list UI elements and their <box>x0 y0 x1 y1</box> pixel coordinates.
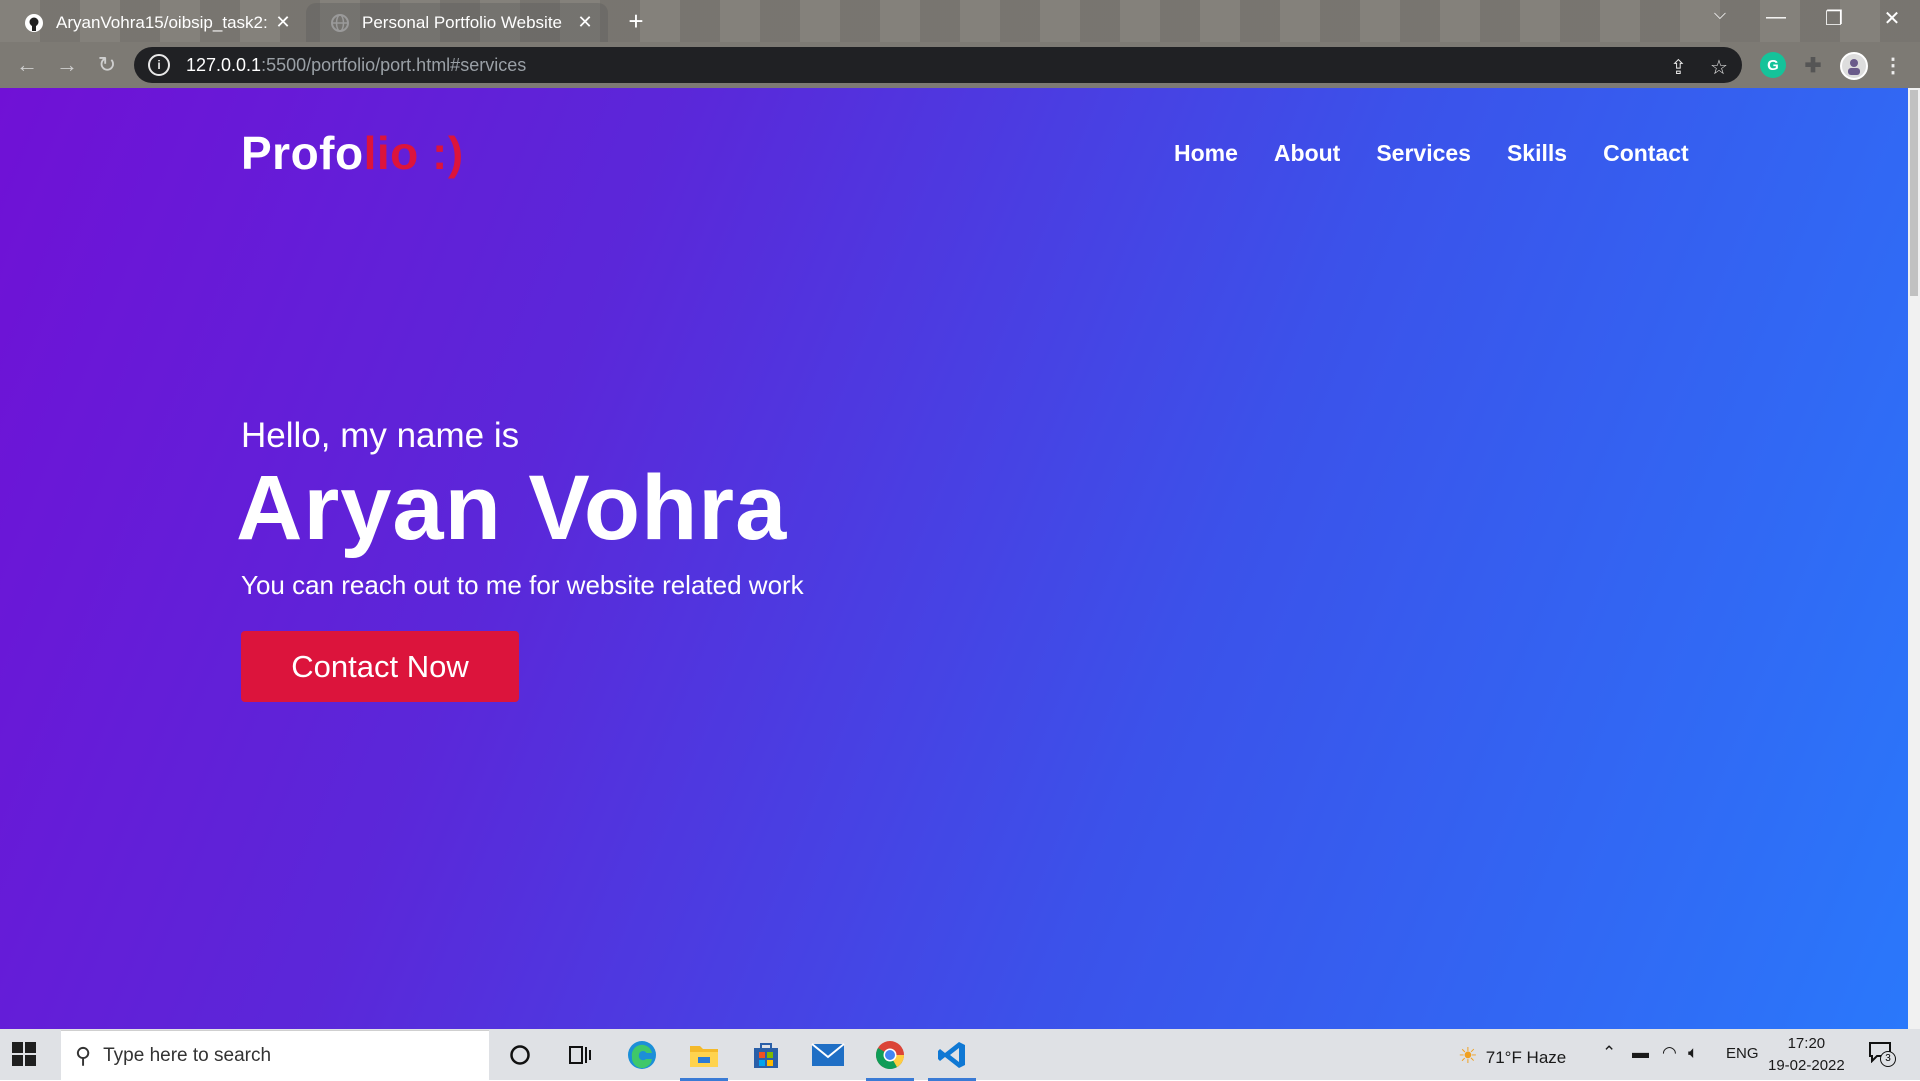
nav-home[interactable]: Home <box>1174 140 1238 167</box>
logo-main: Profo <box>241 127 364 179</box>
volume-muted-icon[interactable]: 🔈︎ <box>1688 1043 1698 1063</box>
hero-greeting: Hello, my name is <box>241 416 520 455</box>
url-text[interactable]: 127.0.0.1:5500/portfolio/port.html#servi… <box>186 55 526 76</box>
action-center-icon[interactable]: 3 <box>1868 1041 1896 1067</box>
scrollbar-thumb[interactable] <box>1910 90 1918 296</box>
close-window-button[interactable]: ✕ <box>1872 6 1912 31</box>
weather-sun-icon: ☀ <box>1458 1043 1478 1068</box>
restore-button[interactable]: ❐ <box>1814 6 1854 31</box>
tab-title: Personal Portfolio Website <box>362 12 563 32</box>
hero-name: Aryan Vohra <box>236 457 788 559</box>
nav-skills[interactable]: Skills <box>1507 140 1567 167</box>
browser-tab-github[interactable]: AryanVohra15/oibsip_task2: Crea ✕ <box>0 3 306 42</box>
portfolio-page: Profolio :) Home About Services Skills C… <box>0 88 1908 1029</box>
main-nav: Home About Services Skills Contact <box>1174 140 1725 167</box>
bookmark-star-icon[interactable]: ☆ <box>1710 55 1728 80</box>
browser-toolbar: ← → ↻ i 127.0.0.1:5500/portfolio/port.ht… <box>0 42 1920 88</box>
battery-icon[interactable]: ▬ <box>1632 1043 1649 1063</box>
page-scrollbar[interactable] <box>1908 88 1920 1029</box>
vscode-icon[interactable] <box>928 1037 976 1081</box>
windows-taskbar: ⚲ Type here to search ☀ 71°F Haze ⌃ ▬ ◠ 🔈… <box>0 1029 1920 1081</box>
url-path: :5500/portfolio/port.html#services <box>261 54 527 75</box>
tab-title: AryanVohra15/oibsip_task2: Crea <box>56 12 268 32</box>
address-bar[interactable]: i 127.0.0.1:5500/portfolio/port.html#ser… <box>134 47 1742 83</box>
hero-tagline: You can reach out to me for website rela… <box>241 570 804 600</box>
cortana-icon[interactable] <box>502 1037 538 1073</box>
nav-about[interactable]: About <box>1274 140 1340 167</box>
share-icon[interactable]: ⇪ <box>1670 55 1687 80</box>
url-host: 127.0.0.1 <box>186 54 262 75</box>
task-view-icon[interactable] <box>562 1037 598 1073</box>
logo-accent: lio :) <box>363 127 464 179</box>
wifi-icon[interactable]: ◠ <box>1662 1043 1677 1063</box>
file-explorer-icon[interactable] <box>680 1037 728 1081</box>
language-indicator[interactable]: ENG <box>1726 1045 1759 1062</box>
site-info-icon[interactable]: i <box>148 54 170 76</box>
notification-count-badge: 3 <box>1880 1051 1896 1067</box>
contact-now-button[interactable]: Contact Now <box>241 631 519 702</box>
search-placeholder: Type here to search <box>103 1045 272 1066</box>
clock-time: 17:20 <box>1787 1035 1826 1052</box>
weather-widget[interactable]: ☀ 71°F Haze <box>1458 1043 1566 1069</box>
chrome-icon[interactable] <box>866 1037 914 1081</box>
edge-icon[interactable] <box>624 1037 660 1073</box>
nav-contact[interactable]: Contact <box>1603 140 1689 167</box>
site-logo[interactable]: Profolio :) <box>241 126 464 180</box>
extensions-puzzle-icon[interactable]: ✚ <box>1800 52 1826 78</box>
new-tab-button[interactable]: + <box>622 8 650 36</box>
tab-search-chevron-icon[interactable]: ⌵ <box>1700 6 1740 24</box>
weather-text: 71°F Haze <box>1485 1048 1567 1067</box>
minimize-button[interactable]: — <box>1756 6 1796 29</box>
github-icon <box>24 13 44 33</box>
nav-services[interactable]: Services <box>1376 140 1471 167</box>
close-tab-icon[interactable]: ✕ <box>570 12 600 33</box>
clock-date: 19-02-2022 <box>1768 1057 1845 1074</box>
forward-arrow-icon[interactable]: → <box>52 50 82 80</box>
taskbar-clock[interactable]: 17:20 19-02-2022 <box>1768 1033 1845 1077</box>
tray-chevron-up-icon[interactable]: ⌃ <box>1602 1043 1616 1063</box>
mail-icon[interactable] <box>810 1037 846 1073</box>
taskbar-search-box[interactable]: ⚲ Type here to search <box>61 1030 489 1081</box>
windows-start-icon[interactable] <box>12 1042 36 1066</box>
browser-tab-strip: AryanVohra15/oibsip_task2: Crea ✕ Person… <box>0 0 1920 42</box>
browser-tab-portfolio[interactable]: Personal Portfolio Website ✕ <box>306 3 608 42</box>
more-menu-icon[interactable]: ⋮ <box>1880 52 1906 78</box>
grammarly-icon[interactable]: G <box>1760 52 1786 78</box>
microsoft-store-icon[interactable] <box>748 1037 784 1073</box>
globe-icon <box>330 13 350 33</box>
search-icon: ⚲ <box>75 1043 92 1068</box>
profile-avatar[interactable] <box>1840 52 1868 80</box>
back-arrow-icon[interactable]: ← <box>12 50 42 80</box>
reload-icon[interactable]: ↻ <box>92 50 122 80</box>
close-tab-icon[interactable]: ✕ <box>268 12 298 33</box>
